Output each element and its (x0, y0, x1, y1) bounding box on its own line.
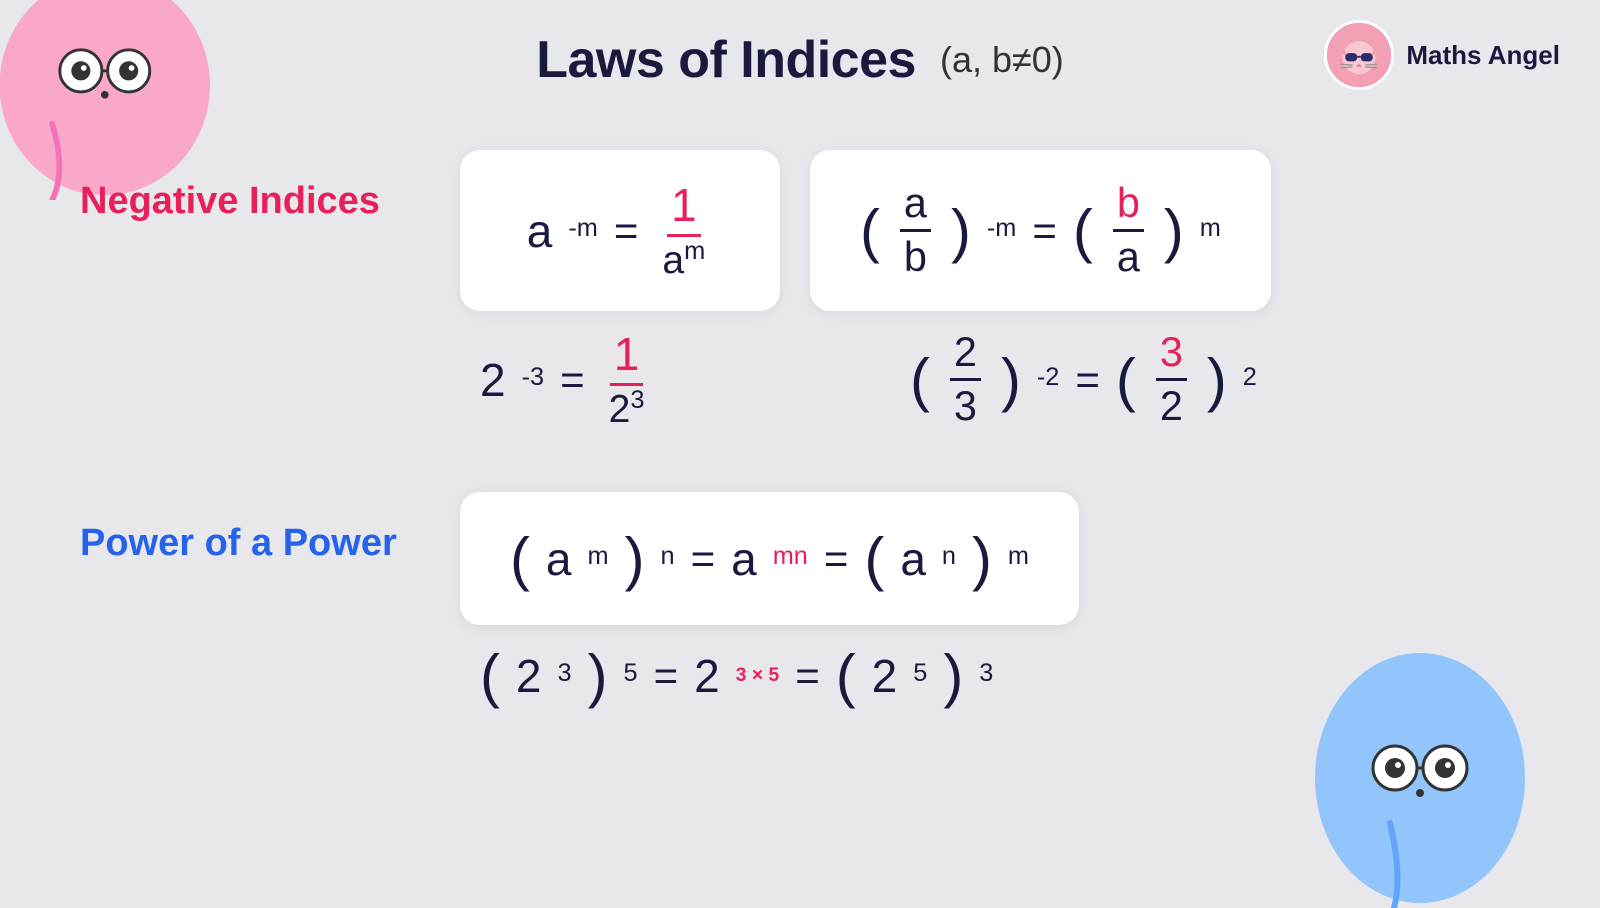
negative-indices-label: Negative Indices (80, 150, 460, 223)
spacer (80, 452, 1520, 492)
negative-formula-box-2: ( a b )-m = ( b a )m (810, 150, 1271, 311)
frac-ab: a b (900, 180, 931, 281)
power-example-row: (23)5 = 23 × 5 = (25)3 (460, 641, 1520, 710)
frac-1-2cubed: 1 23 (605, 327, 649, 432)
subtitle: (a, b≠0) (940, 39, 1064, 81)
negative-formula-1-math: a-m = 1 am (527, 178, 714, 283)
negative-formula-2-math: ( a b )-m = ( b a )m (860, 180, 1221, 281)
negative-formula-box-1: a-m = 1 am (460, 150, 780, 311)
frac-ba: b a (1113, 180, 1144, 281)
main-content: Negative Indices a-m = 1 am (0, 130, 1600, 898)
power-formula-math: (am)n = amn = (an)m (510, 524, 1029, 593)
power-formula-box: (am)n = amn = (an)m (460, 492, 1079, 625)
power-label: Power of a Power (80, 492, 460, 565)
fraction-1-am: 1 am (658, 178, 709, 283)
power-formula-boxes: (am)n = amn = (an)m (460, 492, 1520, 625)
negative-indices-section: Negative Indices a-m = 1 am (80, 150, 1520, 432)
page-title: Laws of Indices (536, 30, 916, 90)
negative-formulas-area: a-m = 1 am ( a b (460, 150, 1520, 432)
power-of-power-section: Power of a Power (am)n = amn = (an)m (80, 492, 1520, 710)
negative-example-1: 2-3 = 1 23 (480, 327, 800, 432)
negative-examples-row: 2-3 = 1 23 ( 2 3 )-2 = ( (460, 327, 1520, 432)
negative-formula-boxes: a-m = 1 am ( a b (460, 150, 1520, 311)
power-formulas-area: (am)n = amn = (an)m (23)5 = 23 × 5 = (25… (460, 492, 1520, 710)
page-header: Laws of Indices (a, b≠0) (0, 30, 1600, 90)
frac-2-3: 2 3 (950, 329, 981, 430)
power-example: (23)5 = 23 × 5 = (25)3 (480, 641, 993, 710)
frac-3-2: 3 2 (1156, 329, 1187, 430)
negative-example-2: ( 2 3 )-2 = ( 3 2 )2 (910, 329, 1257, 430)
